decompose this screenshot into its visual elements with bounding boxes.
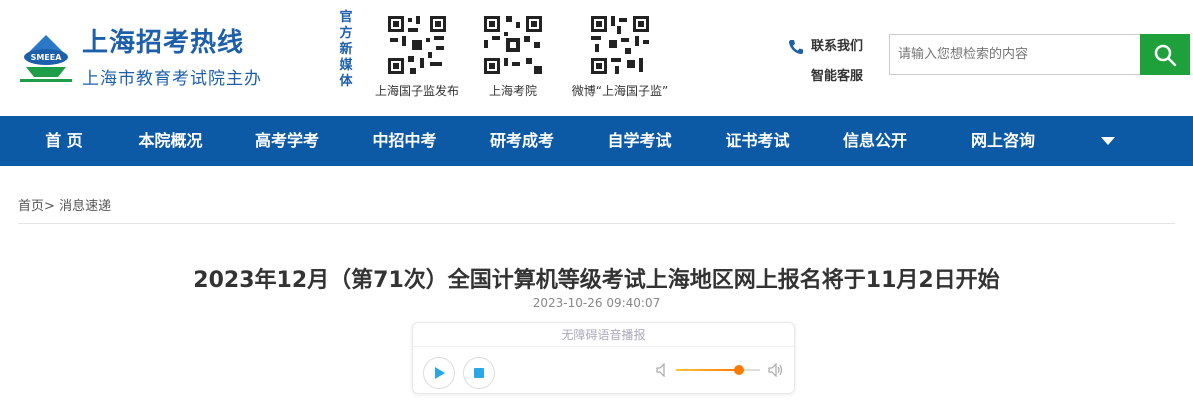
qr-caption: 上海考院 bbox=[488, 84, 537, 98]
volume-high-icon[interactable] bbox=[768, 363, 784, 377]
stop-icon bbox=[474, 368, 484, 378]
nav-item-zixue[interactable]: 自学考试 bbox=[596, 116, 683, 166]
nav-item-yankao[interactable]: 研考成考 bbox=[448, 116, 596, 166]
qr-code-icon bbox=[482, 14, 544, 76]
volume-low-icon[interactable] bbox=[656, 363, 668, 377]
nav-item-zhongkao[interactable]: 中招中考 bbox=[361, 116, 448, 166]
search-input[interactable] bbox=[889, 34, 1140, 75]
contact-us-link[interactable]: 联系我们 bbox=[787, 32, 863, 62]
smart-service-label: 智能客服 bbox=[811, 69, 864, 84]
chevron-down-icon bbox=[1101, 136, 1115, 145]
volume-control bbox=[656, 363, 784, 377]
nav-item-home[interactable]: 首 页 bbox=[0, 116, 128, 166]
nav-item-consult[interactable]: 网上咨询 bbox=[918, 116, 1088, 166]
volume-slider[interactable] bbox=[676, 365, 760, 375]
logo-subtitle: 上海市教育考试院主办 bbox=[82, 69, 262, 89]
play-button[interactable] bbox=[423, 357, 455, 389]
contact-us-label: 联系我们 bbox=[811, 39, 864, 54]
nav-item-about[interactable]: 本院概况 bbox=[128, 116, 213, 166]
nav-more-dropdown[interactable] bbox=[1088, 116, 1128, 166]
volume-slider-knob[interactable] bbox=[734, 365, 744, 375]
search-button[interactable] bbox=[1140, 34, 1190, 75]
breadcrumb-home[interactable]: 首页 bbox=[18, 199, 44, 214]
main-nav: 首 页 本院概况 高考学考 中招中考 研考成考 自学考试 证书考试 信息公开 网… bbox=[0, 116, 1193, 166]
nav-item-certificate[interactable]: 证书考试 bbox=[683, 116, 832, 166]
qr-code-icon bbox=[589, 14, 651, 76]
breadcrumb: 首页> 消息速递 bbox=[18, 195, 111, 214]
qr-caption: 上海国子监发布 bbox=[374, 84, 459, 98]
audio-player-label: 无障碍语音播报 bbox=[413, 323, 794, 347]
play-icon bbox=[435, 367, 445, 379]
audio-player: 无障碍语音播报 bbox=[412, 322, 795, 394]
article-title: 2023年12月（第71次）全国计算机等级考试上海地区网上报名将于11月2日开始 bbox=[193, 268, 1000, 293]
contact-area: 联系我们 智能客服 bbox=[787, 32, 863, 92]
search-icon bbox=[1154, 44, 1177, 66]
content-divider bbox=[18, 223, 1175, 224]
nav-item-info[interactable]: 信息公开 bbox=[832, 116, 918, 166]
qr-code-weibo: 微博“上海国子监” bbox=[565, 14, 675, 99]
nav-item-gaokao[interactable]: 高考学考 bbox=[213, 116, 361, 166]
logo-emblem: SMEEA bbox=[18, 33, 74, 85]
article-date: 2023-10-26 09:40:07 bbox=[532, 296, 661, 310]
qr-code-kaoyuan: 上海考院 bbox=[478, 14, 548, 99]
smart-service-link[interactable]: 智能客服 bbox=[787, 62, 863, 92]
logo-badge-text: SMEEA bbox=[31, 53, 63, 62]
qr-caption: 微博“上海国子监” bbox=[571, 84, 669, 98]
official-media-label: 官方新媒体 bbox=[339, 10, 353, 89]
qr-code-icon bbox=[386, 14, 448, 76]
volume-slider-fill bbox=[676, 369, 739, 371]
breadcrumb-separator: > bbox=[44, 199, 55, 214]
stop-button[interactable] bbox=[463, 357, 495, 389]
site-logo[interactable]: SMEEA 上海招考热线 上海市教育考试院主办 bbox=[18, 28, 262, 89]
search-bar bbox=[889, 34, 1190, 75]
site-header: SMEEA 上海招考热线 上海市教育考试院主办 官方新媒体 上海国子监发布 上海… bbox=[0, 0, 1193, 116]
qr-code-guozijian: 上海国子监发布 bbox=[372, 14, 462, 99]
phone-icon bbox=[789, 40, 803, 54]
logo-title: 上海招考热线 bbox=[82, 28, 245, 58]
breadcrumb-current[interactable]: 消息速递 bbox=[59, 199, 111, 214]
